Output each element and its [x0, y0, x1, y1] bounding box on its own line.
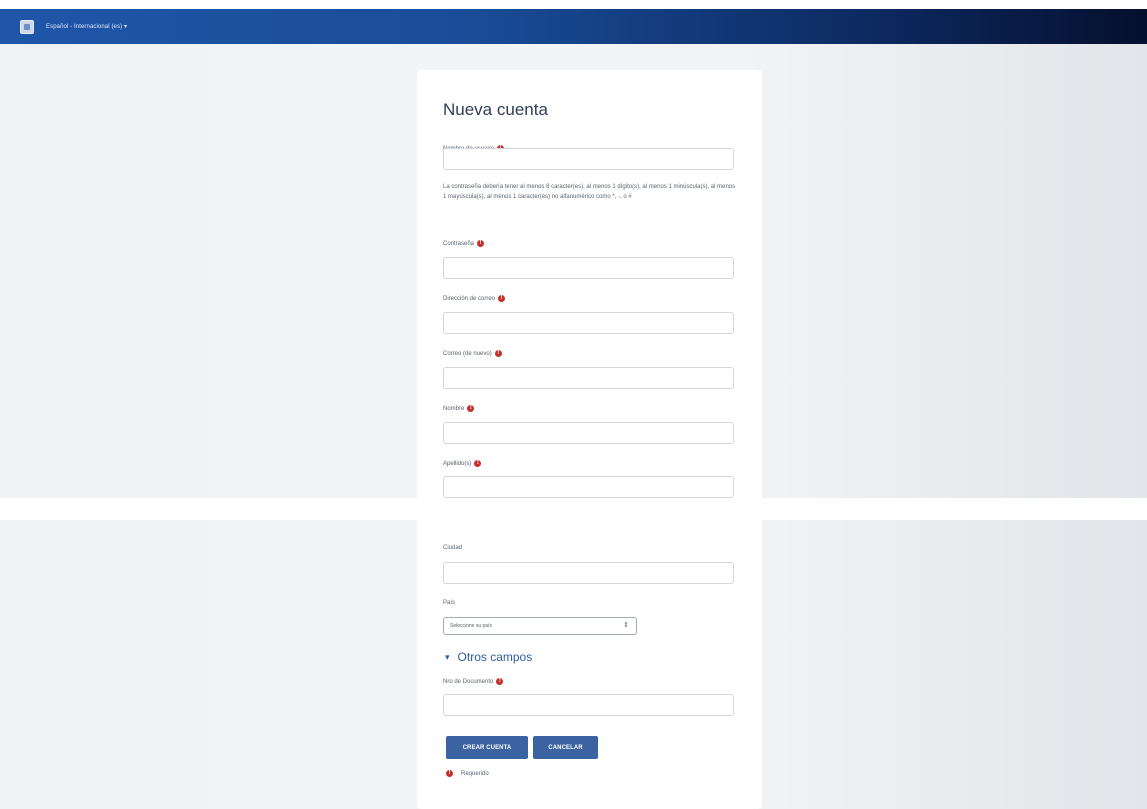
- other-fields-toggle[interactable]: ▾ Otros campos: [445, 650, 532, 664]
- document-number-label-text: Nro de Documento: [443, 679, 494, 686]
- email-again-label: Correo (de nuevo)!: [443, 350, 502, 357]
- city-label: Ciudad: [443, 545, 463, 551]
- password-input[interactable]: [443, 257, 734, 279]
- password-policy-text: La contraseña debería tener al menos 8 c…: [443, 184, 736, 200]
- cancel-button[interactable]: CANCELAR: [533, 736, 598, 759]
- other-fields-label: Otros campos: [457, 650, 533, 664]
- password-label: Contraseña!: [443, 240, 485, 248]
- page-title: Nueva cuenta: [443, 100, 548, 119]
- password-label-text: Contraseña: [443, 241, 475, 248]
- lastname-input[interactable]: [443, 476, 734, 498]
- required-icon: !: [498, 295, 506, 302]
- firstname-input[interactable]: [443, 422, 734, 444]
- required-icon: !: [494, 350, 502, 357]
- top-navbar: Español - Internacional (es) ▾: [0, 9, 1147, 44]
- required-icon: !: [477, 240, 485, 247]
- required-icon: !: [446, 770, 453, 777]
- required-legend-text: Requerido: [461, 770, 489, 777]
- email-label-text: Dirección de correo: [443, 296, 496, 303]
- country-label: País: [443, 600, 456, 606]
- required-icon: !: [467, 405, 475, 412]
- email-again-input[interactable]: [443, 367, 734, 389]
- document-number-label: Nro de Documento!: [443, 678, 504, 686]
- required-icon: !: [474, 460, 482, 467]
- username-input[interactable]: [443, 148, 734, 170]
- site-logo-icon[interactable]: [20, 19, 34, 34]
- required-legend: ! Requerido: [446, 770, 489, 777]
- create-account-button[interactable]: CREAR CUENTA: [446, 736, 528, 759]
- document-number-input[interactable]: [443, 694, 734, 716]
- lastname-label-text: Apellido(s): [443, 461, 472, 468]
- language-menu[interactable]: Español - Internacional (es) ▾: [46, 23, 127, 30]
- email-again-label-text: Correo (de nuevo): [443, 351, 492, 358]
- firstname-label: Nombre!: [443, 405, 475, 413]
- lastname-label: Apellido(s)!: [443, 460, 482, 468]
- email-input[interactable]: [443, 312, 734, 334]
- country-select[interactable]: Seleccione su país ⇕: [443, 617, 637, 635]
- select-arrows-icon: ⇕: [623, 622, 629, 629]
- required-icon: !: [496, 678, 504, 685]
- chevron-down-icon: ▾: [445, 651, 450, 662]
- firstname-label-text: Nombre: [443, 406, 465, 413]
- email-label: Dirección de correo!: [443, 295, 506, 303]
- city-input[interactable]: [443, 562, 734, 584]
- country-select-value: Seleccione su país: [450, 623, 492, 629]
